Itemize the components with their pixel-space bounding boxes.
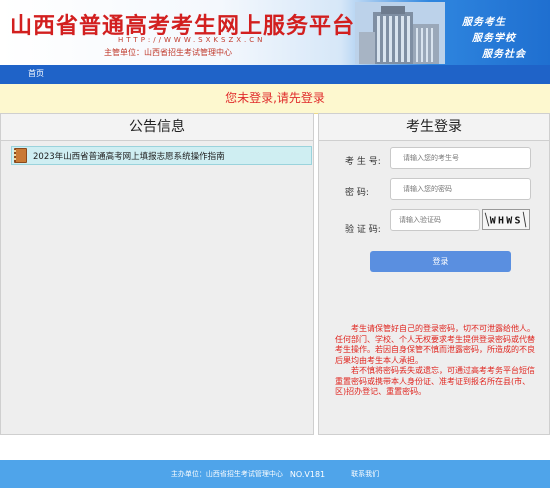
announcements-title: 公告信息 <box>1 114 313 141</box>
warning-text: 考生请保管好自己的登录密码，切不可泄露给他人。任何部门、学校、个人无权要求考生提… <box>335 324 535 398</box>
captcha-label: 验 证 码: <box>345 225 381 235</box>
slogan-2: 服务学校 <box>472 33 516 44</box>
announcement-item[interactable]: 2023年山西省普通高考网上填报志愿系统操作指南 <box>11 146 312 165</box>
warning-paragraph-1: 考生请保管好自己的登录密码，切不可泄露给他人。任何部门、学校、个人无权要求考生提… <box>335 324 535 365</box>
captcha-input[interactable] <box>390 209 480 231</box>
slogan-3: 服务社会 <box>482 49 526 60</box>
captcha-image[interactable]: WHWS <box>482 209 530 230</box>
building-image <box>355 2 445 64</box>
nav-home-link[interactable]: 首页 <box>28 68 44 79</box>
contact-us-link[interactable]: 联系我们 <box>351 469 379 479</box>
exam-no-input[interactable] <box>390 147 531 169</box>
footer-version: NO.V181 <box>289 469 326 479</box>
site-header: 山西省普通高考考生网上服务平台 HTTP://WWW.SXKSZX.CN 主管单… <box>0 0 550 65</box>
login-title: 考生登录 <box>319 114 549 141</box>
announcements-panel: 公告信息 2023年山西省普通高考网上填报志愿系统操作指南 <box>0 113 314 435</box>
warning-paragraph-2: 若不慎将密码丢失或遗忘，可通过高考考务平台短信重置密码或携带本人身份证、准考证到… <box>335 366 535 396</box>
nav-bar: 首页 <box>0 65 550 84</box>
site-footer: 主办单位：山西省招生考试管理中心 NO.V181 联系我们 <box>0 460 550 488</box>
login-button[interactable]: 登录 <box>370 251 511 272</box>
book-icon <box>14 148 27 163</box>
site-sponsor: 主管单位：山西省招生考试管理中心 <box>104 48 232 57</box>
password-label: 密 码: <box>345 188 369 198</box>
exam-no-label: 考 生 号: <box>345 157 381 167</box>
login-notice: 您未登录,请先登录 <box>0 84 550 114</box>
site-url: HTTP://WWW.SXKSZX.CN <box>118 36 266 44</box>
announcement-link[interactable]: 2023年山西省普通高考网上填报志愿系统操作指南 <box>33 150 225 162</box>
footer-host: 主办单位：山西省招生考试管理中心 <box>170 470 283 478</box>
captcha-text: WHWS <box>490 216 521 227</box>
login-panel: 考生登录 考 生 号: 密 码: 验 证 码: WHWS 登录 考生请保管好自己… <box>318 113 550 435</box>
password-input[interactable] <box>390 178 531 200</box>
slogan-1: 服务考生 <box>462 17 506 28</box>
